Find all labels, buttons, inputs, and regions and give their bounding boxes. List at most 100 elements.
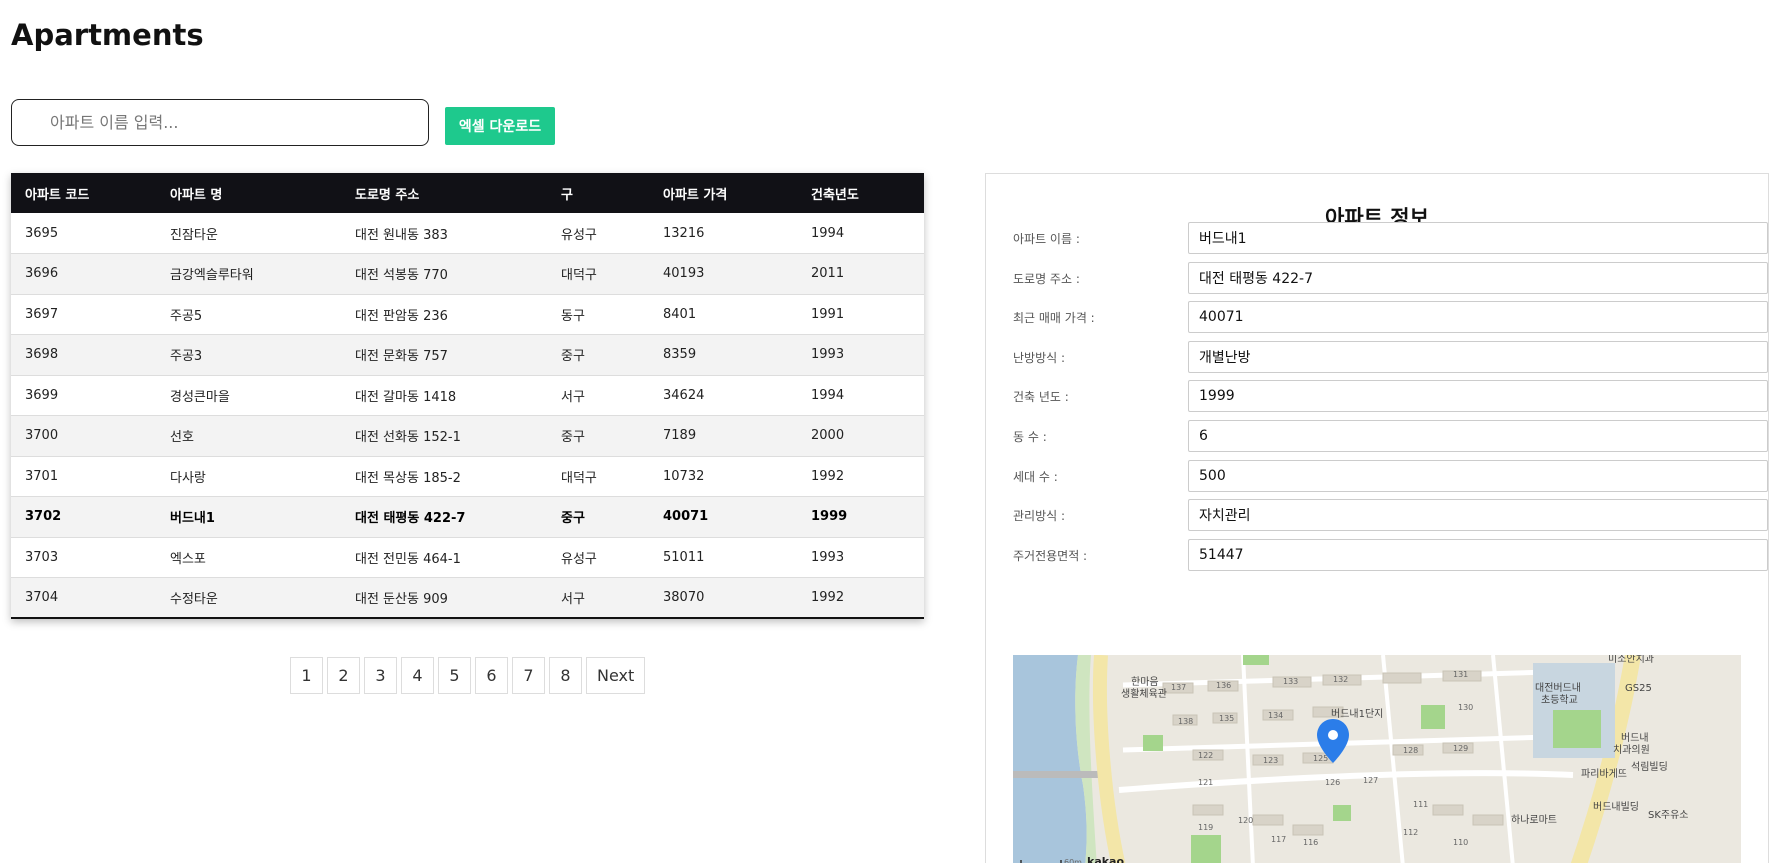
table-cell: 주공3 — [156, 334, 341, 376]
table-cell: 3695 — [11, 213, 156, 254]
info-label: 최근 매매 가격 : — [1013, 311, 1095, 325]
svg-text:초등학교: 초등학교 — [1541, 694, 1578, 706]
svg-text:GS25: GS25 — [1625, 683, 1652, 694]
svg-text:121: 121 — [1198, 778, 1213, 787]
column-header: 아파트 명 — [156, 173, 341, 213]
svg-text:버드내: 버드내 — [1621, 732, 1649, 744]
table-cell: 1992 — [797, 577, 924, 619]
table-cell: 대덕구 — [547, 456, 649, 497]
svg-text:파리바게뜨: 파리바게뜨 — [1581, 768, 1627, 780]
page-button[interactable]: 1 — [290, 657, 323, 694]
info-value-field[interactable] — [1188, 301, 1768, 333]
table-row[interactable]: 3702 버드내1 대전 태평동 422-7 중구 40071 1999 — [11, 496, 924, 538]
svg-text:129: 129 — [1453, 744, 1468, 753]
svg-text:126: 126 — [1325, 778, 1340, 787]
info-value-field[interactable] — [1188, 539, 1768, 571]
table-cell: 34624 — [649, 375, 797, 416]
table-cell: 40071 — [649, 496, 797, 538]
info-label: 관리방식 : — [1013, 509, 1066, 523]
info-value-field[interactable] — [1188, 420, 1768, 452]
excel-download-button[interactable]: 엑셀 다운로드 — [445, 107, 555, 145]
svg-text:128: 128 — [1403, 746, 1418, 755]
table-cell: 버드내1 — [156, 496, 341, 538]
search-input[interactable] — [11, 99, 429, 146]
info-row: 난방방식 : — [1013, 341, 1768, 373]
table-row[interactable]: 3703 엑스포 대전 전민동 464-1 유성구 51011 1993 — [11, 537, 924, 578]
page-button[interactable]: 7 — [512, 657, 545, 694]
info-label: 건축 년도 : — [1013, 390, 1069, 404]
table-row[interactable]: 3697 주공5 대전 판암동 236 동구 8401 1991 — [11, 294, 924, 335]
svg-text:136: 136 — [1216, 681, 1231, 690]
column-header: 건축년도 — [797, 173, 924, 213]
svg-text:117: 117 — [1271, 835, 1286, 844]
page-button[interactable]: 8 — [549, 657, 582, 694]
table-cell: 대전 문화동 757 — [341, 334, 547, 376]
table-row[interactable]: 3704 수정타운 대전 둔산동 909 서구 38070 1992 — [11, 577, 924, 619]
svg-text:133: 133 — [1283, 677, 1298, 686]
table-cell: 다사랑 — [156, 456, 341, 497]
info-value-field[interactable] — [1188, 499, 1768, 531]
table-cell: 3697 — [11, 294, 156, 335]
svg-text:버드내빌딩: 버드내빌딩 — [1593, 801, 1639, 813]
table-cell: 대전 선화동 152-1 — [341, 415, 547, 457]
pagination: 1 2 3 4 5 6 7 8 Next — [290, 657, 646, 694]
table-cell: 10732 — [649, 456, 797, 497]
page-button[interactable]: 4 — [401, 657, 434, 694]
map-canvas[interactable]: 137 136 133 132131138 135 134130 122123 125 … — [1013, 655, 1741, 863]
info-label: 세대 수 : — [1013, 470, 1058, 484]
svg-text:SK주유소: SK주유소 — [1648, 809, 1689, 821]
table-row[interactable]: 3695 진잠타운 대전 원내동 383 유성구 13216 1994 — [11, 213, 924, 254]
info-value-field[interactable] — [1188, 460, 1768, 492]
map[interactable]: 137 136 133 132 131 138 135 134 130 122 123 125 … — [1013, 655, 1741, 863]
table-cell: 1991 — [797, 294, 924, 335]
svg-text:버드내1단지: 버드내1단지 — [1331, 708, 1383, 720]
table-cell: 2000 — [797, 415, 924, 457]
svg-text:122: 122 — [1198, 751, 1213, 760]
table-cell: 38070 — [649, 577, 797, 619]
info-row: 주거전용면적 : — [1013, 539, 1768, 571]
next-page-button[interactable]: Next — [586, 657, 646, 694]
table-cell: 1993 — [797, 334, 924, 376]
table-cell: 3704 — [11, 577, 156, 619]
svg-text:석림빌딩: 석림빌딩 — [1631, 761, 1668, 773]
table-cell: 수정타운 — [156, 577, 341, 619]
svg-text:116: 116 — [1303, 838, 1318, 847]
table-row[interactable]: 3701 다사랑 대전 목상동 185-2 대덕구 10732 1992 — [11, 456, 924, 497]
svg-text:120: 120 — [1238, 816, 1253, 825]
table-cell: 중구 — [547, 334, 649, 376]
page-button[interactable]: 3 — [364, 657, 397, 694]
svg-text:한마음: 한마음 — [1131, 676, 1159, 688]
table-row[interactable]: 3700 선호 대전 선화동 152-1 중구 7189 2000 — [11, 415, 924, 457]
table-cell: 1993 — [797, 537, 924, 578]
info-value-field[interactable] — [1188, 222, 1768, 254]
info-value-field[interactable] — [1188, 341, 1768, 373]
table-cell: 진잠타운 — [156, 213, 341, 254]
table-cell: 1992 — [797, 456, 924, 497]
svg-text:대전버드내: 대전버드내 — [1535, 682, 1581, 694]
svg-text:생활체육관: 생활체육관 — [1121, 687, 1167, 700]
table-cell: 3696 — [11, 253, 156, 295]
table-cell: 1994 — [797, 375, 924, 416]
svg-text:127: 127 — [1363, 776, 1378, 785]
column-header: 구 — [547, 173, 649, 213]
table-cell: 서구 — [547, 577, 649, 619]
table-cell: 13216 — [649, 213, 797, 254]
page-button[interactable]: 2 — [327, 657, 360, 694]
table-cell: 1999 — [797, 496, 924, 538]
table-row[interactable]: 3699 경성큰마을 대전 갈마동 1418 서구 34624 1994 — [11, 375, 924, 416]
apartment-info-panel: 아파트 정보 아파트 이름 :도로명 주소 :최근 매매 가격 :난방방식 :건… — [985, 173, 1769, 863]
info-row: 도로명 주소 : — [1013, 262, 1768, 294]
page-title: Apartments — [11, 18, 204, 52]
table-row[interactable]: 3696 금강엑슬루타워 대전 석봉동 770 대덕구 40193 2011 — [11, 253, 924, 295]
info-label: 난방방식 : — [1013, 351, 1066, 365]
info-value-field[interactable] — [1188, 380, 1768, 412]
info-value-field[interactable] — [1188, 262, 1768, 294]
page-button[interactable]: 6 — [475, 657, 508, 694]
table-cell: 대전 판암동 236 — [341, 294, 547, 335]
info-label: 도로명 주소 : — [1013, 272, 1080, 286]
svg-text:130: 130 — [1458, 703, 1473, 712]
table-cell: 8401 — [649, 294, 797, 335]
table-row[interactable]: 3698 주공3 대전 문화동 757 중구 8359 1993 — [11, 334, 924, 376]
table-cell: 8359 — [649, 334, 797, 376]
page-button[interactable]: 5 — [438, 657, 471, 694]
